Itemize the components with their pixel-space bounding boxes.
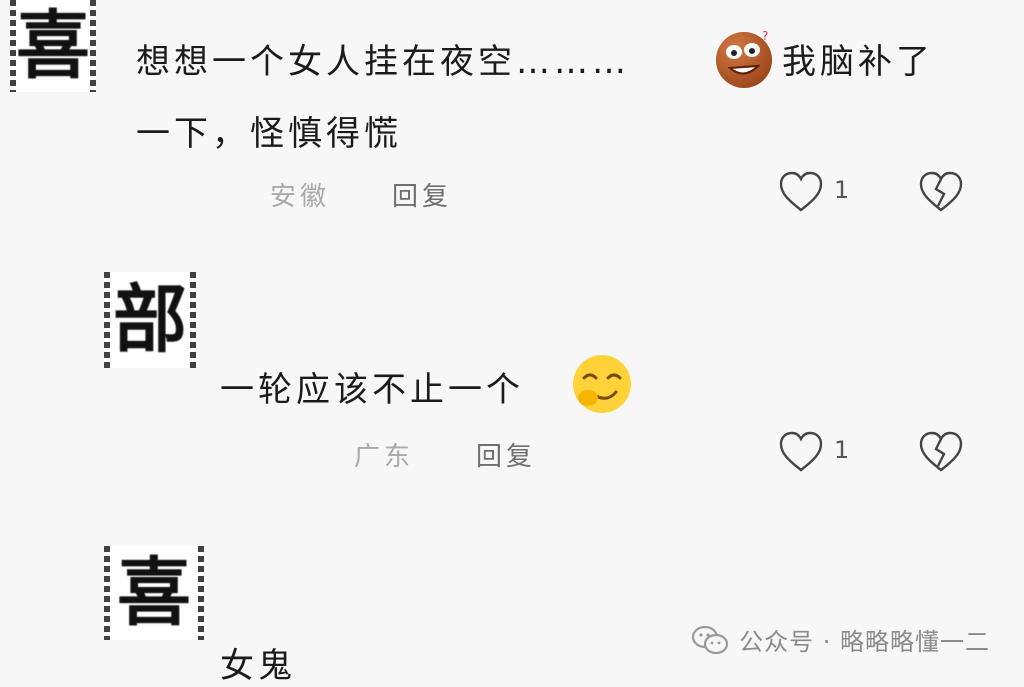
comment-1-text-line2: 一下，怪慎得慌 — [136, 114, 402, 154]
surprised-face-emoji: ? — [716, 29, 772, 88]
comment-1-text-line1: 想想一个女人挂在夜空……… — [136, 34, 630, 83]
like-heart-icon[interactable] — [778, 170, 824, 214]
comment-2-text-line1: 一轮应该不止一个 — [220, 370, 524, 410]
smirk-face-emoji — [573, 355, 631, 413]
dislike-broken-heart-icon[interactable] — [918, 170, 964, 214]
comment-3-avatar[interactable]: 喜 — [104, 546, 204, 640]
avatar-glyph: 喜 — [16, 3, 90, 89]
comment-2-location: 广东 — [354, 442, 415, 472]
like-heart-icon[interactable] — [778, 430, 824, 474]
comment-1-reply-button[interactable]: 回复 — [392, 176, 452, 213]
comment-1-text-line1-after-emoji: 我脑补了 — [782, 42, 934, 82]
comment-3-text-line1: 女鬼 — [220, 646, 296, 686]
dislike-broken-heart-icon[interactable] — [918, 430, 964, 474]
svg-text:?: ? — [762, 29, 768, 43]
wechat-icon — [692, 625, 729, 654]
avatar-glyph: 喜 — [117, 550, 191, 636]
watermark: 公众号 · 略略略懂一二 — [691, 622, 990, 657]
comment-2-reply-button[interactable]: 回复 — [476, 436, 536, 473]
comment-1-avatar[interactable]: 喜 — [10, 0, 96, 92]
comment-1-text-part1: 想想一个女人挂在夜空……… — [136, 42, 630, 82]
comment-2-avatar[interactable]: 部 — [104, 272, 196, 368]
comment-1-like-count: 1 — [834, 176, 850, 204]
comment-1-location: 安徽 — [270, 182, 331, 212]
comment-2-like-count: 1 — [834, 436, 850, 464]
avatar-glyph: 部 — [113, 277, 187, 363]
watermark-text: 公众号 · 略略略懂一二 — [739, 628, 990, 656]
